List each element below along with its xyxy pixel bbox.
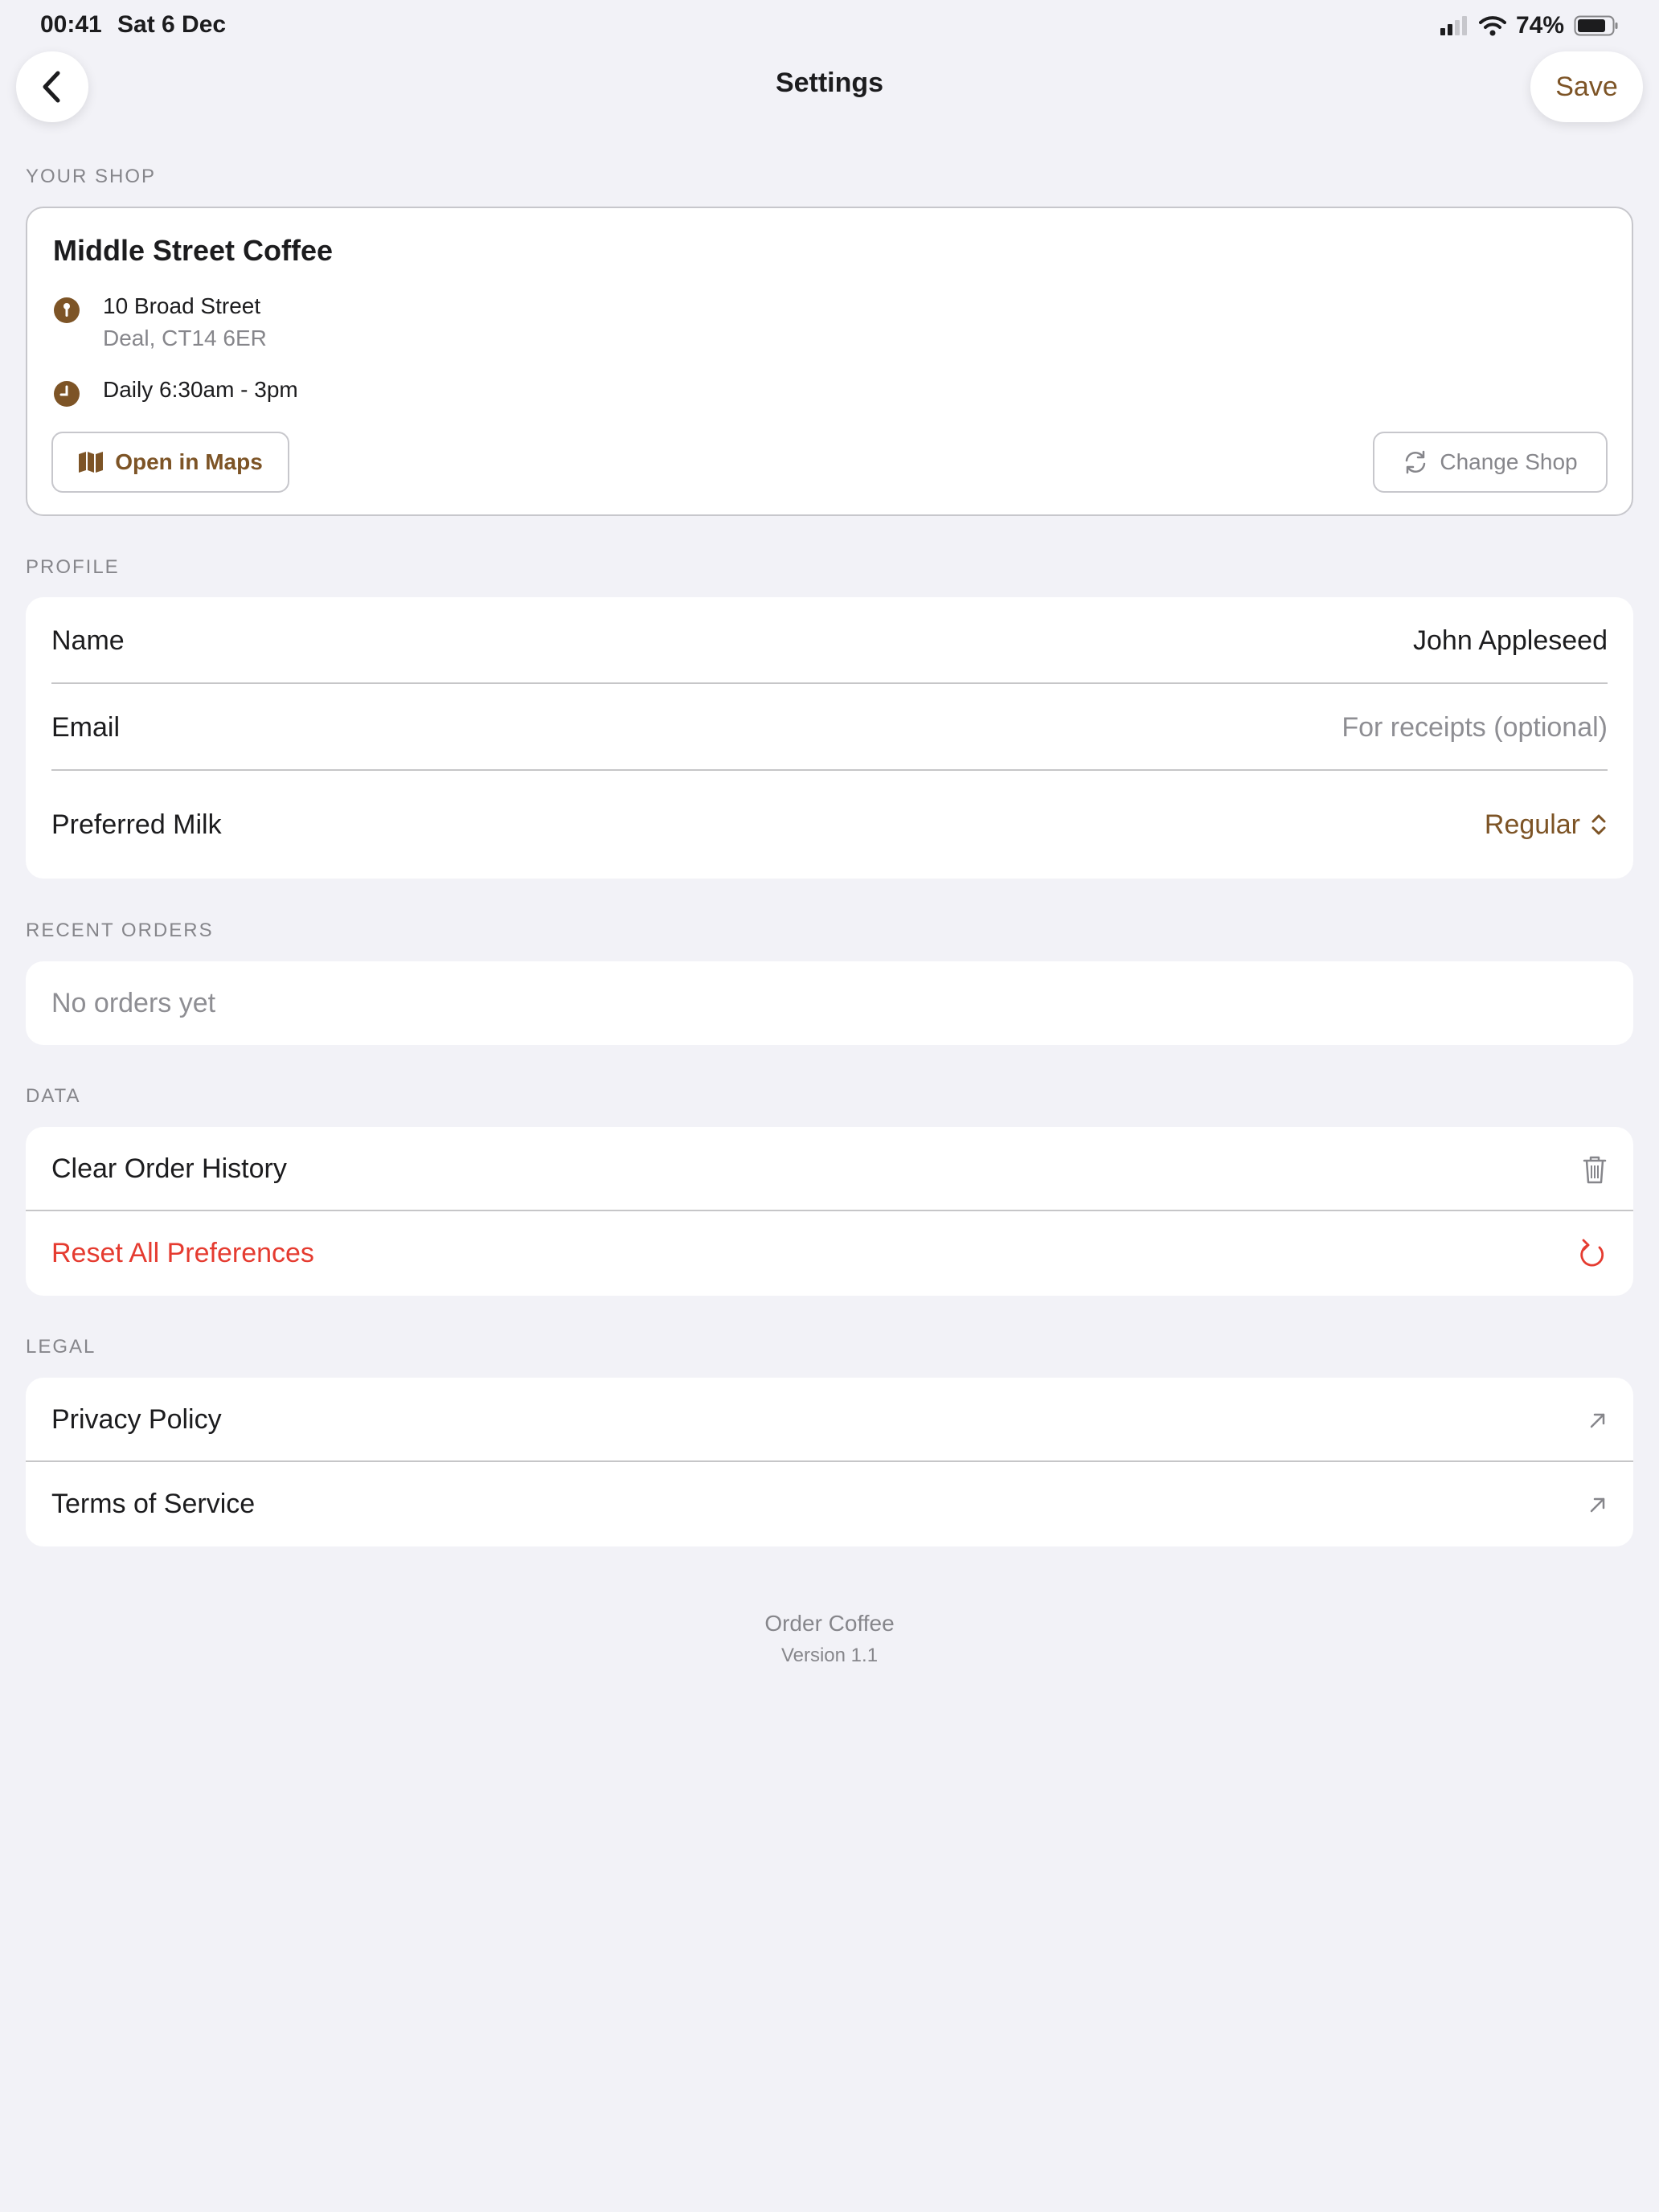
email-field[interactable]: For receipts (optional) (1342, 712, 1608, 743)
shop-address-line1: 10 Broad Street (103, 293, 261, 318)
reset-arrow-icon (1580, 1239, 1604, 1266)
email-row[interactable]: Email For receipts (optional) (26, 684, 1633, 771)
section-header-legal: LEGAL (26, 1336, 96, 1358)
clear-order-history-row[interactable]: Clear Order History (26, 1127, 1633, 1211)
privacy-policy-row[interactable]: Privacy Policy (26, 1378, 1633, 1462)
status-time: 00:41 (40, 11, 102, 38)
privacy-policy-label: Privacy Policy (51, 1404, 222, 1435)
shop-hours: Daily 6:30am - 3pm (53, 377, 298, 408)
section-header-your-shop: YOUR SHOP (26, 166, 157, 187)
terms-of-service-row[interactable]: Terms of Service (26, 1462, 1633, 1546)
status-date: Sat 6 Dec (117, 11, 227, 38)
change-shop-label: Change Shop (1440, 449, 1578, 474)
external-link-arrow-icon (1590, 1497, 1605, 1512)
preferred-milk-picker[interactable]: Regular (1485, 809, 1608, 841)
shop-address-line2: Deal, CT14 6ER (103, 326, 267, 350)
status-indicators: 74% (1440, 11, 1619, 40)
clock-icon (54, 381, 80, 407)
save-button[interactable]: Save (1530, 51, 1643, 122)
footer-app-name: Order Coffee (764, 1611, 895, 1636)
name-label: Name (51, 625, 125, 656)
recent-orders-card: No orders yet (26, 961, 1633, 1045)
section-header-recent-orders: RECENT ORDERS (26, 920, 214, 941)
wifi-icon (1478, 16, 1506, 36)
preferred-milk-row[interactable]: Preferred Milk Regular (26, 771, 1633, 879)
shop-hours-text: Daily 6:30am - 3pm (103, 377, 298, 402)
section-header-profile: PROFILE (26, 556, 120, 578)
section-header-data: DATA (26, 1085, 81, 1107)
data-card: Clear Order History Reset All Preference… (26, 1127, 1633, 1296)
terms-of-service-label: Terms of Service (51, 1489, 256, 1519)
recent-orders-empty-row: No orders yet (26, 961, 1633, 1045)
name-row[interactable]: Name John Appleseed (26, 597, 1633, 684)
email-label: Email (51, 711, 121, 743)
profile-card: Name John Appleseed Email For receipts (… (26, 597, 1633, 879)
legal-card: Privacy Policy Terms of Service (26, 1378, 1633, 1546)
preferred-milk-label: Preferred Milk (51, 809, 222, 840)
no-orders-text: No orders yet (51, 987, 216, 1018)
reset-all-preferences-row[interactable]: Reset All Preferences (26, 1211, 1633, 1296)
open-in-maps-button[interactable]: Open in Maps (51, 432, 289, 493)
cellular-signal-icon (1440, 16, 1467, 35)
clear-order-history-label: Clear Order History (51, 1153, 287, 1184)
external-link-arrow-icon (1590, 1413, 1605, 1428)
trash-icon (1583, 1156, 1607, 1183)
shop-address: 10 Broad Street Deal, CT14 6ER (53, 293, 267, 351)
shop-card: Middle Street Coffee 10 Broad Street Dea… (26, 207, 1633, 516)
settings-screen: 00:41 Sat 6 Dec 74% Settings Save YOUR S… (0, 0, 1659, 2212)
map-icon (79, 452, 104, 473)
page-title: Settings (775, 68, 884, 98)
status-bar: 00:41 Sat 6 Dec 74% (0, 0, 1659, 51)
battery-percentage: 74% (1515, 12, 1564, 39)
open-in-maps-label: Open in Maps (115, 449, 263, 474)
shop-name: Middle Street Coffee (53, 234, 334, 267)
refresh-icon (1406, 450, 1426, 474)
chevron-up-down-icon (1591, 814, 1606, 835)
battery-icon (1574, 15, 1618, 36)
preferred-milk-value: Regular (1484, 809, 1580, 840)
name-field[interactable]: John Appleseed (1413, 625, 1608, 657)
reset-all-preferences-label: Reset All Preferences (51, 1238, 314, 1268)
footer-version: Version 1.1 (780, 1645, 879, 1666)
change-shop-button[interactable]: Change Shop (1373, 432, 1608, 493)
location-pin-icon (54, 297, 80, 323)
